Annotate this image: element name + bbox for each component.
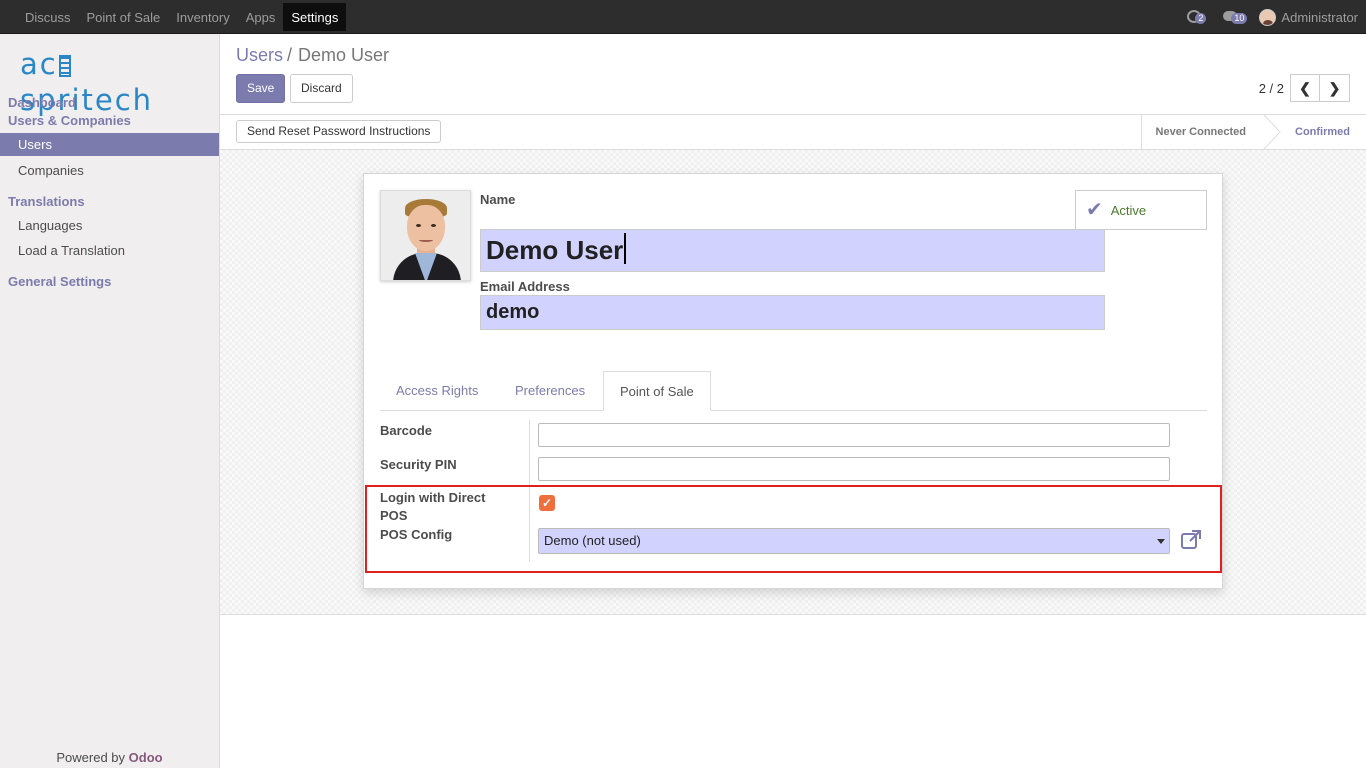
sidebar-item-companies[interactable]: Companies [0,159,219,182]
stage-arrow-icon [1263,115,1281,149]
main-content: Users / Demo User Save Discard 2 / 2 ❮ ❯ S… [220,34,1366,768]
active-label: Active [1110,202,1147,218]
highlight-box [365,485,1222,573]
tab-point-of-sale[interactable]: Point of Sale [603,371,711,411]
form-sheet: Name Demo User Email Address demo ✔ Acti… [363,173,1223,589]
breadcrumb-current: Demo User [298,45,390,65]
sidebar-section-general-settings[interactable]: General Settings [8,274,111,289]
email-label: Email Address [480,279,570,294]
active-toggle-button[interactable]: ✔ Active [1075,190,1207,230]
sidebar-item-load-translation[interactable]: Load a Translation [0,239,219,262]
left-sidebar: acspritech Dashboard Users & Companies U… [0,34,220,768]
barcode-input[interactable] [538,423,1170,447]
tab-preferences[interactable]: Preferences [499,371,601,411]
breadcrumb-separator: / [287,45,293,65]
chevron-left-icon: ❮ [1299,79,1311,96]
pager-next-button[interactable]: ❯ [1320,74,1350,102]
user-avatar[interactable] [1259,8,1277,26]
messages-button[interactable]: 10 [1223,10,1248,24]
menu-point-of-sale[interactable]: Point of Sale [79,0,169,34]
stage-confirmed: Confirmed [1295,126,1350,138]
systray: 2 10 Administrator [1187,0,1358,34]
menu-discuss[interactable]: Discuss [17,0,79,34]
menu-apps[interactable]: Apps [238,0,284,34]
save-button[interactable]: Save [236,74,286,103]
user-menu[interactable]: Administrator [1281,10,1358,25]
user-photo[interactable] [380,190,471,281]
company-logo[interactable]: acspritech [20,46,200,117]
tab-access-rights[interactable]: Access Rights [380,371,494,411]
name-field[interactable]: Demo User [480,229,1105,272]
chevron-right-icon: ❯ [1328,79,1341,96]
pager-value[interactable]: 2 / 2 [1259,81,1284,96]
discard-button[interactable]: Discard [290,74,353,103]
menu-settings[interactable]: Settings [283,3,347,31]
activity-button[interactable]: 2 [1187,10,1209,24]
logo-mark-icon [58,55,71,77]
top-navbar: Discuss Point of Sale Inventory Apps Set… [0,0,1366,34]
message-count-badge: 10 [1231,13,1248,24]
barcode-label: Barcode [380,423,433,438]
email-field[interactable]: demo [480,295,1105,330]
sidebar-item-users[interactable]: Users [0,133,219,156]
menu-inventory[interactable]: Inventory [168,0,237,34]
security-pin-input[interactable] [538,457,1170,481]
name-field-value: Demo User [486,235,624,265]
name-label: Name [480,192,516,207]
powered-by-label: Powered by [56,750,126,765]
sidebar-section-dashboard[interactable]: Dashboard [8,95,76,110]
odoo-link[interactable]: Odoo [129,750,163,765]
form-statusbar: Send Reset Password Instructions Never C… [220,114,1366,150]
pager: 2 / 2 ❮ ❯ [1259,74,1350,102]
breadcrumb: Users / Demo User [236,45,389,66]
text-caret [624,233,627,264]
pager-previous-button[interactable]: ❮ [1290,74,1320,102]
sidebar-section-users-companies[interactable]: Users & Companies [8,113,131,128]
app-menu: Discuss Point of Sale Inventory Apps Set… [17,0,347,34]
security-pin-label: Security PIN [380,457,457,472]
checkmark-icon: ✔ [1086,199,1103,221]
powered-by: Powered by Odoo [0,750,219,765]
sidebar-item-languages[interactable]: Languages [0,214,219,237]
sidebar-section-translations[interactable]: Translations [8,194,85,209]
form-tabs: Access Rights Preferences Point of Sale [380,371,1207,411]
stage-never-connected: Never Connected [1140,115,1260,149]
activity-count-badge: 2 [1195,13,1207,24]
breadcrumb-users[interactable]: Users [236,45,283,65]
send-reset-password-button[interactable]: Send Reset Password Instructions [236,120,442,143]
